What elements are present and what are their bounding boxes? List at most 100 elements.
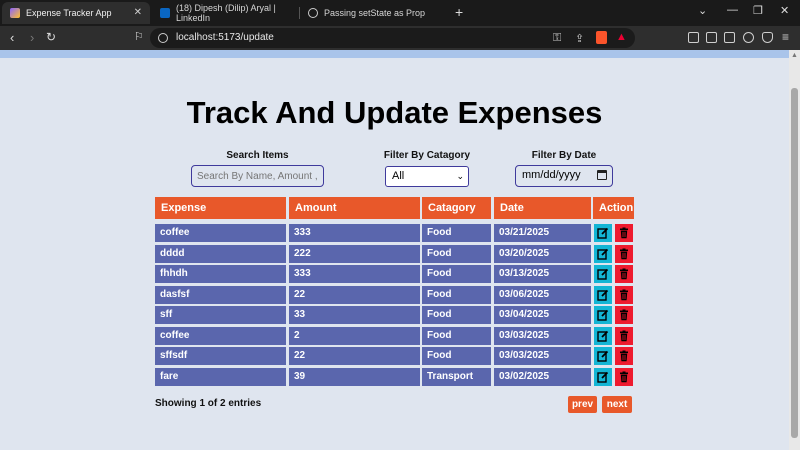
delete-button[interactable] xyxy=(615,224,633,242)
address-bar[interactable]: localhost:5173/update ⚿ ⇪ ▲ xyxy=(150,28,635,48)
cell-amount: 22 xyxy=(289,347,420,365)
column-header-expense: Expense xyxy=(155,197,286,219)
cell-date: 03/02/2025 xyxy=(494,367,591,386)
cell-amount: 39 xyxy=(289,367,420,386)
cell-category: Transport xyxy=(422,367,491,386)
delete-button[interactable] xyxy=(615,347,633,365)
edit-button[interactable] xyxy=(594,244,612,263)
new-tab-button[interactable]: + xyxy=(455,4,463,20)
globe-icon xyxy=(308,8,318,18)
cell-category: Food xyxy=(422,306,491,324)
column-header-date: Date xyxy=(494,197,591,219)
vpn-icon[interactable] xyxy=(762,32,773,43)
url-text: localhost:5173/update xyxy=(176,32,274,43)
calendar-icon[interactable] xyxy=(597,170,607,180)
cell-amount: 222 xyxy=(289,244,420,263)
extensions-icon[interactable] xyxy=(688,32,699,43)
site-info-icon[interactable] xyxy=(158,33,168,43)
column-header-action: Action xyxy=(593,197,634,219)
key-icon[interactable]: ⚿ xyxy=(553,32,561,45)
back-icon[interactable]: ‹ xyxy=(10,30,14,45)
cell-expense: sffsdf xyxy=(155,347,286,365)
share-icon[interactable]: ⇪ xyxy=(575,32,584,45)
tab-linkedin[interactable]: (18) Dipesh (Dilip) Aryal | LinkedIn xyxy=(152,2,298,24)
column-header-amount: Amount xyxy=(289,197,420,219)
restore-icon[interactable]: ❐ xyxy=(753,4,763,17)
tab-expense-tracker[interactable]: Expense Tracker App ✕ xyxy=(2,2,150,24)
cell-category: Food xyxy=(422,244,491,263)
tab-search-icon[interactable]: ⌄ xyxy=(698,4,707,17)
next-button[interactable]: next xyxy=(602,396,632,413)
delete-button[interactable] xyxy=(615,367,633,386)
search-label: Search Items xyxy=(226,150,289,161)
search-input[interactable] xyxy=(191,165,324,187)
scroll-up-icon[interactable]: ▲ xyxy=(791,52,798,59)
cell-expense: fhhdh xyxy=(155,265,286,283)
scrollbar[interactable]: ▲ xyxy=(789,50,800,450)
cell-amount: 333 xyxy=(289,224,420,242)
cell-date: 03/04/2025 xyxy=(494,306,591,324)
cell-amount: 2 xyxy=(289,326,420,345)
reload-icon[interactable]: ↻ xyxy=(46,30,56,44)
cell-category: Food xyxy=(422,265,491,283)
minimize-icon[interactable]: — xyxy=(727,4,738,16)
scrollbar-thumb[interactable] xyxy=(791,88,798,438)
cell-expense: coffee xyxy=(155,326,286,345)
tab-title: Passing setState as Prop xyxy=(324,8,426,18)
category-filter-label: Filter By Catagory xyxy=(383,150,471,161)
edit-button[interactable] xyxy=(594,306,612,324)
tab-passing-setstate[interactable]: Passing setState as Prop xyxy=(300,2,450,24)
leo-icon[interactable] xyxy=(743,32,754,43)
delete-button[interactable] xyxy=(615,285,633,304)
bookmark-icon[interactable]: ⚐ xyxy=(134,30,144,43)
date-placeholder: mm/dd/yyyy xyxy=(522,169,581,181)
tab-title: (18) Dipesh (Dilip) Aryal | LinkedIn xyxy=(176,3,276,23)
cell-category: Food xyxy=(422,347,491,365)
category-select[interactable]: All ⌄ xyxy=(385,166,469,187)
column-header-category: Catagory xyxy=(422,197,491,219)
edit-button[interactable] xyxy=(594,347,612,365)
page-title: Track And Update Expenses xyxy=(186,95,603,130)
sidebar-icon[interactable] xyxy=(706,32,717,43)
page-content: Track And Update Expenses Search Items F… xyxy=(0,50,789,450)
brave-shield-icon[interactable] xyxy=(596,31,607,44)
category-select-value: All xyxy=(392,170,405,182)
wallet-icon[interactable] xyxy=(724,32,735,43)
delete-button[interactable] xyxy=(615,326,633,345)
cell-category: Food xyxy=(422,285,491,304)
cell-amount: 33 xyxy=(289,306,420,324)
cell-category: Food xyxy=(422,224,491,242)
forward-icon[interactable]: › xyxy=(30,30,34,45)
tab-title: Expense Tracker App xyxy=(26,8,112,18)
linkedin-icon xyxy=(160,8,170,18)
edit-button[interactable] xyxy=(594,326,612,345)
cell-date: 03/21/2025 xyxy=(494,224,591,242)
prev-button[interactable]: prev xyxy=(568,396,597,413)
edit-button[interactable] xyxy=(594,224,612,242)
delete-button[interactable] xyxy=(615,244,633,263)
window-close-icon[interactable]: ✕ xyxy=(780,4,789,17)
edit-button[interactable] xyxy=(594,265,612,283)
tab-strip: Expense Tracker App ✕ (18) Dipesh (Dilip… xyxy=(0,0,800,26)
cell-category: Food xyxy=(422,326,491,345)
close-icon[interactable]: ✕ xyxy=(134,7,142,18)
date-field[interactable]: mm/dd/yyyy xyxy=(515,165,613,187)
cell-expense: sff xyxy=(155,306,286,324)
cell-expense: dddd xyxy=(155,244,286,263)
delete-button[interactable] xyxy=(615,306,633,324)
cell-date: 03/20/2025 xyxy=(494,244,591,263)
vite-icon xyxy=(10,8,20,18)
edit-button[interactable] xyxy=(594,367,612,386)
cell-date: 03/06/2025 xyxy=(494,285,591,304)
edit-button[interactable] xyxy=(594,285,612,304)
cell-expense: dasfsf xyxy=(155,285,286,304)
delete-button[interactable] xyxy=(615,265,633,283)
browser-toolbar: ‹ › ↻ ⚐ localhost:5173/update ⚿ ⇪ ▲ ≡ xyxy=(0,26,800,50)
menu-icon[interactable]: ≡ xyxy=(782,30,789,44)
date-filter-label: Filter By Date xyxy=(531,150,597,161)
cell-date: 03/03/2025 xyxy=(494,326,591,345)
brave-rewards-icon[interactable]: ▲ xyxy=(616,31,627,43)
chevron-down-icon: ⌄ xyxy=(456,171,464,181)
top-band xyxy=(0,50,789,58)
pagination-status: Showing 1 of 2 entries xyxy=(155,398,262,409)
